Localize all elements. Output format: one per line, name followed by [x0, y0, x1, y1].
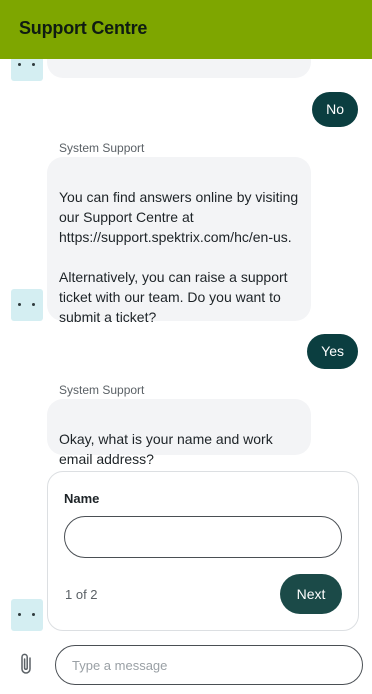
- message-input[interactable]: [55, 645, 363, 685]
- bot-message-text: You can find answers online by visiting …: [59, 189, 299, 325]
- sender-name: System Support: [59, 383, 145, 397]
- user-message-text: Yes: [321, 343, 344, 359]
- name-field[interactable]: [64, 516, 342, 558]
- form-step-indicator: 1 of 2: [65, 587, 98, 602]
- sender-name: System Support: [59, 141, 145, 155]
- user-message-text: No: [326, 101, 344, 117]
- chat-header: Support Centre: [0, 0, 372, 59]
- avatar-eye-icon: [18, 63, 21, 66]
- avatar-eye-icon: [32, 303, 35, 306]
- bot-message: Okay, what is your name and work email a…: [47, 399, 311, 467]
- bot-avatar: [11, 289, 43, 321]
- message-list[interactable]: No System Support You can find answers o…: [0, 59, 372, 636]
- bot-avatar: [11, 599, 43, 631]
- avatar-eye-icon: [18, 613, 21, 616]
- message-composer: [0, 636, 372, 694]
- name-label: Name: [64, 491, 100, 506]
- next-button[interactable]: Next: [280, 574, 342, 614]
- bot-message-text: Okay, what is your name and work email a…: [59, 431, 273, 467]
- user-message: Yes: [307, 334, 358, 369]
- bot-avatar: [11, 59, 43, 81]
- bot-message: [47, 59, 311, 78]
- paperclip-icon[interactable]: [16, 652, 38, 676]
- avatar-eye-icon: [32, 613, 35, 616]
- ticket-form-card: Name 1 of 2 Next: [47, 471, 359, 631]
- avatar-eye-icon: [18, 303, 21, 306]
- avatar-eye-icon: [32, 63, 35, 66]
- bot-message: You can find answers online by visiting …: [47, 157, 311, 325]
- header-title: Support Centre: [19, 18, 148, 38]
- user-message: No: [312, 92, 358, 127]
